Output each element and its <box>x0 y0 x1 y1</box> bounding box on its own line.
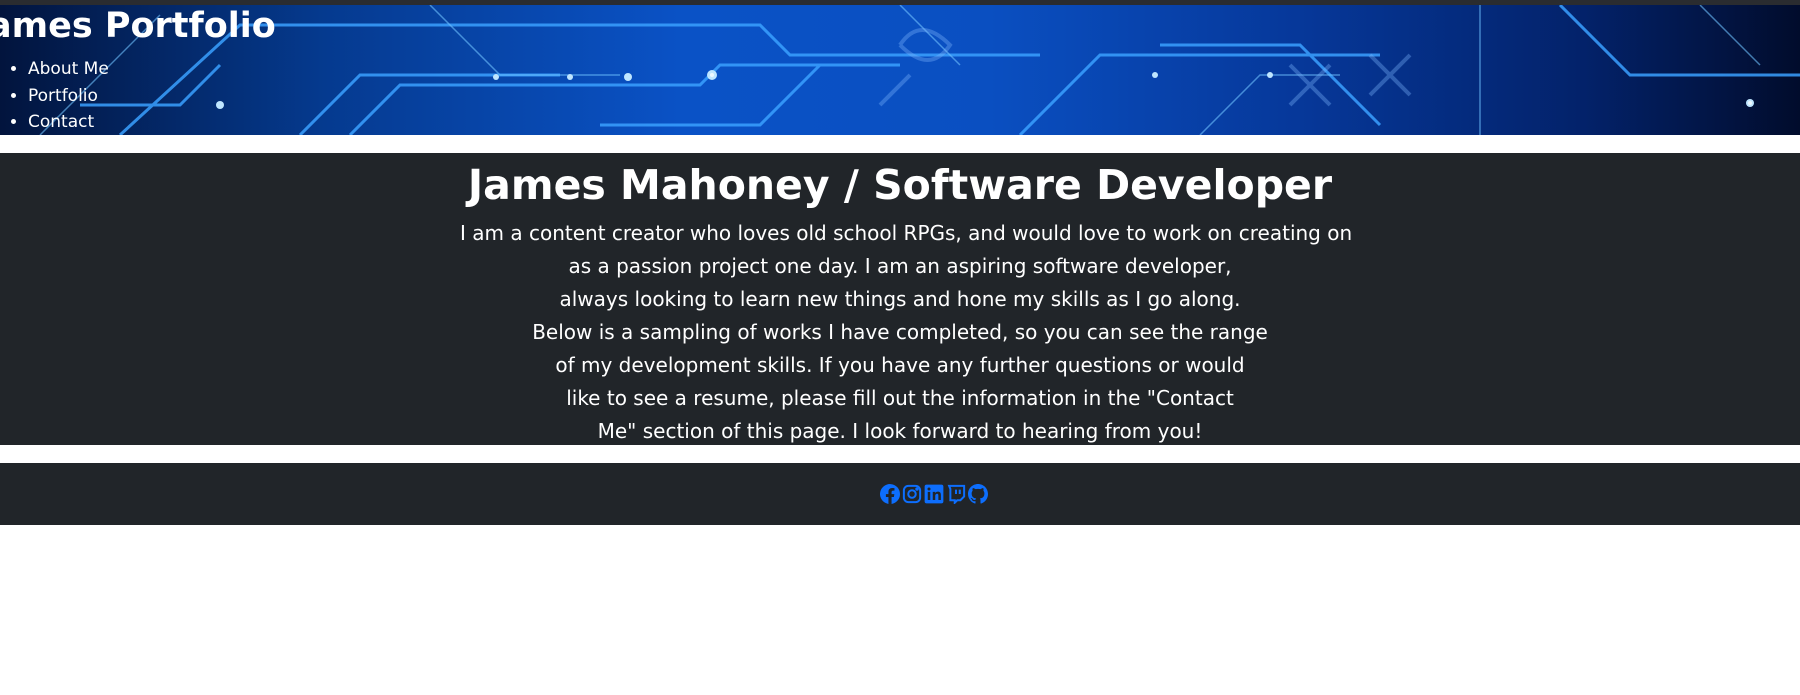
linkedin-icon[interactable] <box>924 484 944 504</box>
instagram-icon[interactable] <box>902 484 922 504</box>
social-links <box>880 484 988 504</box>
about-paragraph: I am a content creator who loves old sch… <box>460 217 1353 448</box>
about-line: I am a content creator who loves old sch… <box>460 221 1353 245</box>
about-line: like to see a resume, please fill out th… <box>566 386 1234 410</box>
site-title: ames Portfolio <box>0 6 276 46</box>
nav-link-about-me[interactable]: About Me <box>28 59 109 79</box>
site-footer <box>0 463 1800 525</box>
nav-link-portfolio[interactable]: Portfolio <box>28 86 98 106</box>
facebook-icon[interactable] <box>880 484 900 504</box>
nav-item-portfolio: Portfolio <box>28 83 109 110</box>
about-line: Me" section of this page. I look forward… <box>597 419 1203 443</box>
nav-item-contact: Contact <box>28 109 109 135</box>
about-section: James Mahoney / Software Developer I am … <box>0 153 1800 445</box>
nav-link-contact[interactable]: Contact <box>28 112 94 132</box>
about-heading: James Mahoney / Software Developer <box>467 161 1333 209</box>
github-icon[interactable] <box>968 484 988 504</box>
main-nav: About Me Portfolio Contact <box>0 56 109 135</box>
site-header: ames Portfolio About Me Portfolio Contac… <box>0 5 1800 135</box>
about-line: always looking to learn new things and h… <box>559 287 1241 311</box>
twitch-icon[interactable] <box>946 484 966 504</box>
about-line: of my development skills. If you have an… <box>555 353 1245 377</box>
about-line: as a passion project one day. I am an as… <box>568 254 1232 278</box>
about-line: Below is a sampling of works I have comp… <box>532 320 1268 344</box>
nav-item-about: About Me <box>28 56 109 83</box>
